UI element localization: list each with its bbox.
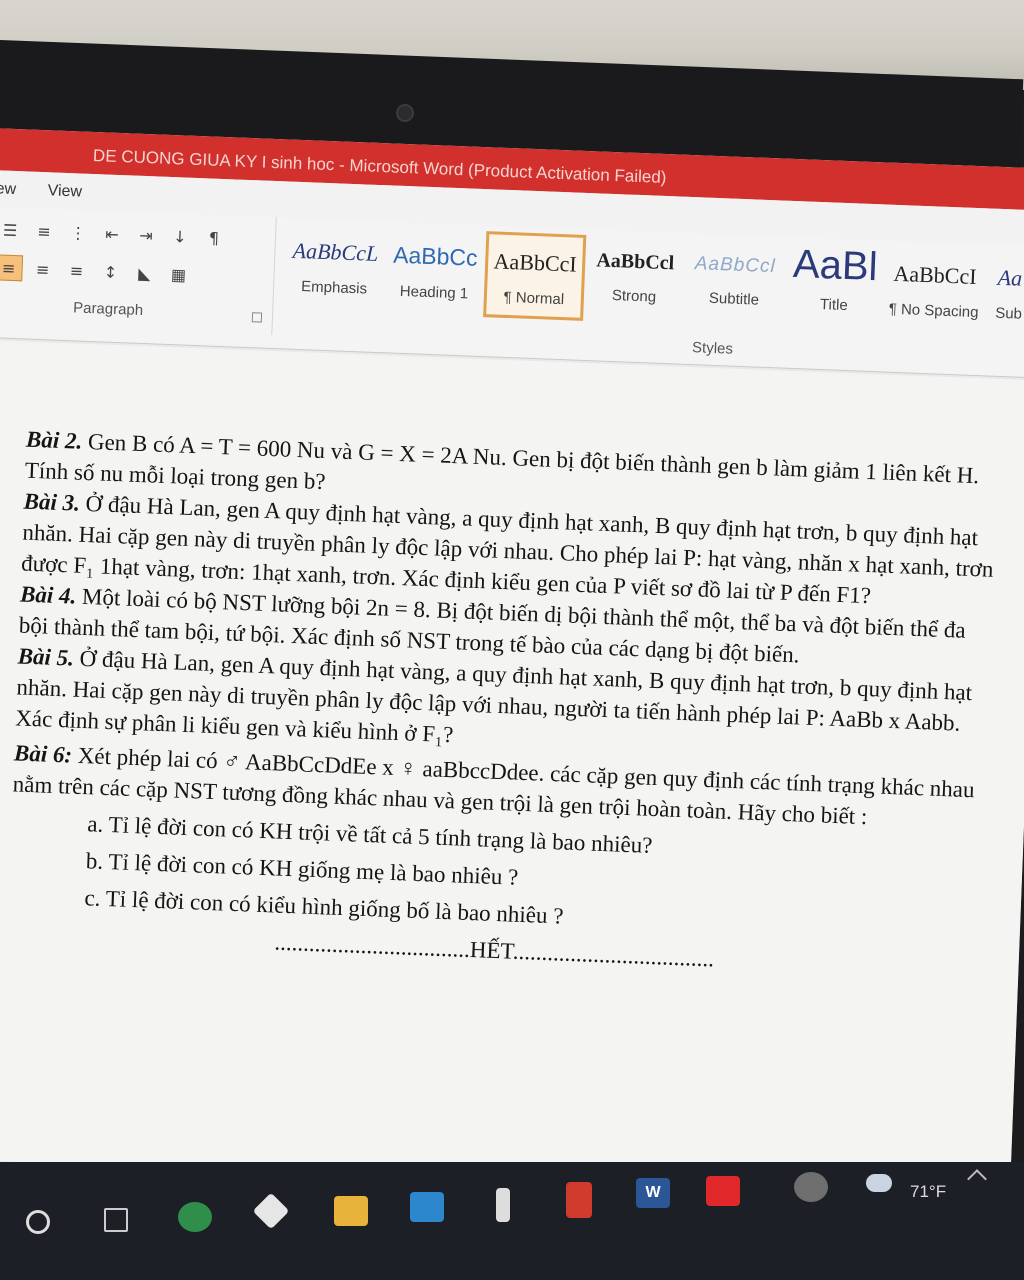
style-sample: Aa: [997, 264, 1023, 291]
search-circle-icon[interactable]: [26, 1210, 50, 1234]
numbering-icon[interactable]: ≡: [30, 218, 59, 245]
style-sample: AaBbCcl: [694, 253, 777, 278]
line-spacing-icon[interactable]: ↕: [96, 258, 125, 285]
style-name: Title: [819, 295, 849, 315]
bullets-icon[interactable]: ☰: [0, 216, 25, 243]
style-emphasis[interactable]: AaBbCcL Emphasis: [283, 223, 386, 313]
style-name: Heading 1: [399, 282, 469, 303]
taskbar: W 71°F: [0, 1162, 1024, 1280]
multilevel-list-icon[interactable]: ⋮: [64, 219, 93, 246]
style-sample: AaBbCcI: [493, 248, 578, 277]
document-body: Bài 2. Gen B có A = T = 600 Nu và G = X …: [7, 424, 1001, 985]
increase-indent-icon[interactable]: ⇥: [132, 222, 161, 249]
mail-icon[interactable]: [410, 1192, 444, 1222]
exercise-label: Bài 3.: [23, 488, 81, 516]
style-heading-1[interactable]: AaBbCc Heading 1: [383, 227, 486, 317]
style-sample: AaBbCc: [392, 241, 479, 271]
style-name: Sub: [994, 304, 1023, 323]
exercise-label: Bài 2.: [25, 426, 83, 454]
styles-gallery: AaBbCcL Emphasis AaBbCc Heading 1 AaBbCc…: [283, 223, 1024, 342]
style-sample: AaBbCcl: [596, 249, 675, 275]
paragraph-dialog-launcher[interactable]: [251, 312, 263, 323]
exercise-label: Bài 4.: [19, 581, 77, 609]
dropbox-icon[interactable]: [252, 1192, 290, 1230]
file-explorer-icon[interactable]: [334, 1196, 368, 1226]
style-no-spacing[interactable]: AaBbCcI ¶ No Spacing: [883, 246, 986, 336]
paragraph-label: Paragraph: [72, 299, 144, 320]
style-strong[interactable]: AaBbCcl Strong: [583, 235, 686, 325]
office-icon[interactable]: [566, 1182, 592, 1218]
decrease-indent-icon[interactable]: ⇤: [98, 220, 127, 247]
style-subtitle[interactable]: AaBbCcl Subtitle: [683, 239, 786, 329]
styles-label: Styles: [691, 339, 734, 358]
style-name: Emphasis: [300, 278, 368, 298]
edge-browser-icon[interactable]: [178, 1202, 212, 1232]
style-subtle[interactable]: Aa Sub: [983, 250, 1024, 338]
paragraph-group: ☰ ≡ ⋮ ⇤ ⇥ ↓ ¶ ≡ ≡ ≡ ↕ ◣ ▦ Paragraph: [0, 205, 277, 335]
paragraph-row-1: ☰ ≡ ⋮ ⇤ ⇥ ↓ ¶: [0, 216, 228, 251]
justify-icon[interactable]: ≡: [62, 257, 91, 284]
exercise-label: Bài 6:: [13, 740, 73, 768]
document-page[interactable]: Bài 2. Gen B có A = T = 600 Nu và G = X …: [0, 339, 1024, 1200]
style-sample: AaBl: [792, 246, 879, 285]
borders-icon[interactable]: ▦: [164, 261, 193, 288]
chevron-up-icon[interactable]: [967, 1169, 987, 1189]
style-name: ¶ No Spacing: [888, 300, 979, 322]
style-sample: AaBbCcL: [292, 237, 379, 266]
webcam: [396, 104, 414, 122]
help-icon[interactable]: [794, 1172, 828, 1202]
style-title[interactable]: AaBl Title: [783, 243, 886, 333]
menu-item-view[interactable]: View: [47, 182, 82, 201]
task-view-icon[interactable]: [104, 1208, 128, 1232]
style-name: Subtitle: [708, 289, 760, 309]
menu-item-view-partial[interactable]: ew: [0, 180, 16, 199]
style-name: ¶ Normal: [503, 288, 565, 309]
pilcrow-icon[interactable]: ¶: [199, 224, 228, 251]
align-center-icon[interactable]: ≡: [0, 254, 24, 282]
word-window: DE CUONG GIUA KY I sinh hoc - Microsoft …: [0, 128, 1024, 1208]
paragraph-row-2: ≡ ≡ ≡ ↕ ◣ ▦: [0, 254, 193, 288]
pen-app-icon[interactable]: [496, 1188, 510, 1222]
sort-icon[interactable]: ↓: [165, 223, 194, 250]
exercise-label: Bài 5.: [17, 643, 75, 671]
shading-icon[interactable]: ◣: [130, 260, 159, 287]
style-normal[interactable]: AaBbCcI ¶ Normal: [483, 231, 587, 321]
style-name: Strong: [611, 287, 657, 306]
word-app-icon[interactable]: W: [636, 1178, 670, 1208]
temperature-readout: 71°F: [910, 1182, 947, 1201]
align-right-icon[interactable]: ≡: [28, 256, 57, 283]
style-sample: AaBbCcI: [893, 260, 978, 289]
weather-cloud-icon: [866, 1174, 892, 1192]
youtube-icon[interactable]: [706, 1176, 740, 1206]
exercise-text: Gen B có A = T = 600 Nu và G = X = 2A Nu…: [24, 428, 980, 495]
